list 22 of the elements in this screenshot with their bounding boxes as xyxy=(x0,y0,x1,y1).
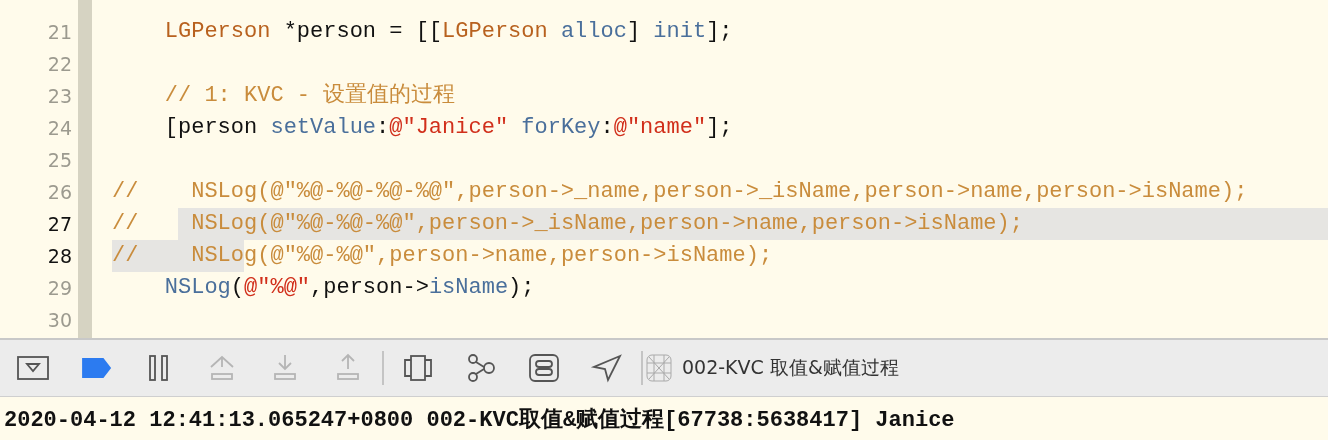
view-debugger-button[interactable] xyxy=(401,353,435,383)
line-number: 23 xyxy=(47,85,72,107)
line-number: 21 xyxy=(47,21,72,43)
line-number: 25 xyxy=(47,149,72,171)
line-number: 28 xyxy=(47,245,72,267)
environment-button[interactable] xyxy=(527,353,561,383)
code-line: // NSLog(@"%@-%@-%@-%@",person->_name,person->_isName,person->name,person->isName); xyxy=(112,178,1248,206)
location-button[interactable] xyxy=(590,353,624,383)
console-output: 2020-04-12 12:41:13.065247+0800 002-KVC取值&赋值过程[67738:5638417] Janice xyxy=(4,406,955,434)
code-line: [person setValue:@"Janice" forKey:@"name"]; xyxy=(163,114,733,142)
hide-debug-button[interactable] xyxy=(16,353,50,383)
code-line: NSLog(@"%@",person->isName); xyxy=(163,274,535,302)
scheme-label[interactable]: 002-KVC 取值&赋值过程 xyxy=(682,355,899,381)
line-number: 29 xyxy=(47,277,72,299)
line-number: 26 xyxy=(47,181,72,203)
code-line: // NSLog(@"%@-%@",person->name,person->isName); xyxy=(112,240,773,272)
line-number: 22 xyxy=(47,53,72,75)
code-line: // 1: KVC - 设置值的过程 xyxy=(163,82,456,110)
line-number: 30 xyxy=(47,309,72,331)
line-number: 27 xyxy=(47,213,72,235)
line-number: 24 xyxy=(47,117,72,139)
code-line: LGPerson *person = [[LGPerson alloc] init]; xyxy=(163,18,733,46)
